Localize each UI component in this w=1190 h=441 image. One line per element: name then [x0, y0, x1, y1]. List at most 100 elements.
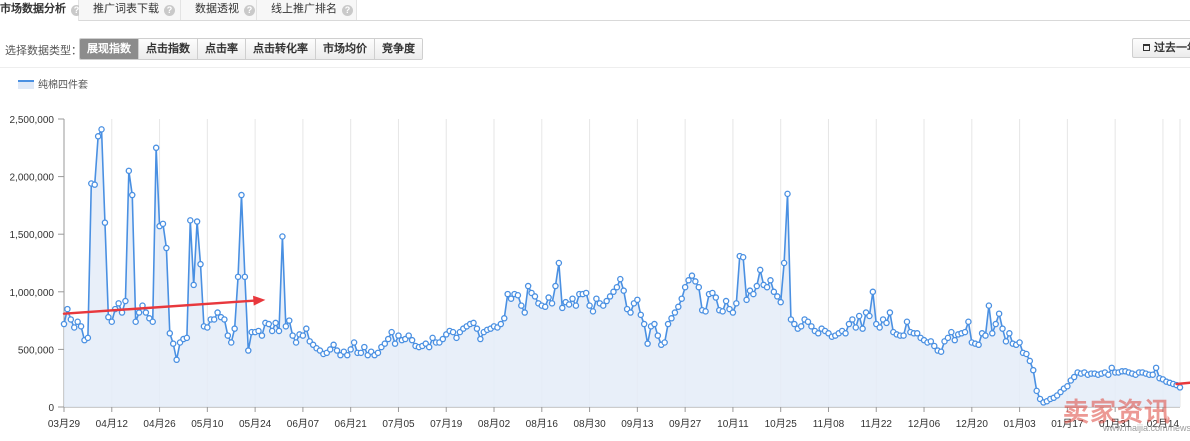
data-point	[115, 300, 122, 307]
data-point	[98, 126, 105, 133]
data-point	[644, 340, 651, 347]
annotation-arrow-head	[253, 295, 266, 306]
x-tick-label: 06月21	[335, 418, 368, 430]
data-point	[135, 309, 143, 316]
data-point	[729, 309, 737, 316]
data-point	[391, 340, 399, 347]
data-point	[681, 283, 689, 291]
data-point	[193, 218, 201, 225]
data-point	[149, 318, 156, 325]
data-point	[497, 320, 505, 328]
y-tick-label: 0	[48, 403, 54, 414]
data-point	[299, 332, 307, 339]
data-point	[408, 336, 416, 344]
data-point	[1026, 357, 1034, 365]
x-tick-label: 04月12	[96, 418, 129, 430]
data-point	[999, 325, 1006, 332]
data-point	[883, 319, 890, 327]
data-point	[780, 259, 788, 267]
data-point	[989, 330, 996, 337]
data-point	[159, 220, 167, 228]
data-point	[613, 283, 621, 291]
data-point	[668, 315, 675, 322]
data-point	[992, 320, 999, 328]
data-point	[190, 281, 197, 289]
data-point	[586, 302, 593, 309]
data-point	[122, 297, 129, 305]
data-point	[743, 296, 750, 304]
data-point	[521, 309, 528, 316]
data-point	[900, 332, 907, 339]
data-point	[477, 335, 484, 343]
data-point	[975, 341, 982, 349]
data-point	[518, 302, 525, 309]
data-point	[241, 273, 249, 281]
x-tick-label: 11月22	[860, 418, 892, 430]
data-point	[330, 341, 337, 349]
data-point	[859, 325, 866, 332]
data-point	[876, 324, 883, 331]
data-point	[756, 266, 764, 274]
y-tick-label: 1,000,000	[10, 288, 55, 299]
data-point	[1002, 338, 1010, 345]
data-point	[258, 332, 266, 339]
data-point	[227, 339, 235, 346]
data-point	[1152, 364, 1160, 372]
data-point	[620, 287, 627, 294]
x-tick-label: 05月24	[239, 418, 272, 430]
data-point	[238, 191, 245, 199]
data-point	[555, 259, 563, 267]
data-point	[187, 217, 194, 224]
data-point	[582, 289, 590, 297]
data-point	[101, 219, 109, 226]
y-tick-label: 1,500,000	[10, 230, 55, 241]
data-point	[671, 309, 679, 316]
data-point	[733, 300, 740, 307]
data-point	[279, 233, 286, 240]
data-point	[344, 351, 351, 359]
data-point	[64, 305, 71, 313]
data-point	[866, 312, 873, 320]
data-point	[541, 303, 549, 311]
data-point	[552, 282, 559, 290]
data-point	[589, 308, 597, 315]
data-point	[1033, 387, 1040, 395]
data-point	[1006, 330, 1013, 337]
data-point	[855, 312, 863, 320]
data-point	[282, 323, 290, 330]
data-point	[750, 290, 757, 298]
data-point	[852, 324, 860, 331]
data-point	[1105, 371, 1112, 378]
data-point	[995, 310, 1003, 317]
data-point	[719, 308, 726, 315]
data-point	[767, 277, 774, 284]
x-tick-label: 08月30	[573, 418, 606, 430]
data-point	[548, 300, 556, 307]
data-point	[275, 327, 283, 335]
data-point	[94, 133, 102, 140]
data-point	[77, 323, 85, 330]
data-point	[425, 343, 433, 351]
data-point	[1176, 384, 1184, 391]
data-point	[651, 320, 658, 328]
data-point	[234, 273, 242, 281]
data-point	[129, 191, 136, 199]
data-point	[627, 309, 634, 316]
x-tick-label: 09月13	[621, 418, 654, 430]
data-point	[1023, 350, 1030, 358]
x-tick-label: 07月19	[430, 418, 463, 430]
data-point	[1064, 383, 1071, 390]
x-tick-label: 10月11	[717, 418, 749, 430]
data-point	[774, 293, 781, 300]
data-point	[265, 320, 273, 328]
data-point	[961, 328, 969, 336]
data-point	[640, 320, 648, 328]
data-point	[849, 316, 856, 323]
data-point	[664, 320, 672, 328]
x-tick-label: 07月05	[382, 418, 415, 430]
data-point	[91, 181, 98, 188]
x-tick-label: 10月25	[765, 418, 798, 430]
data-point	[797, 323, 805, 330]
data-point	[965, 318, 972, 325]
data-point	[951, 336, 959, 344]
